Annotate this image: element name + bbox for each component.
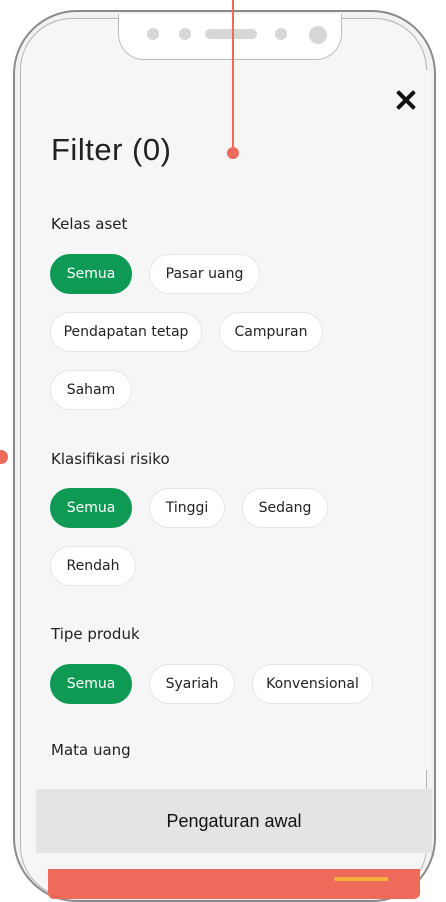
annotation-side-marker xyxy=(0,450,8,464)
section-label-product-type: Tipe produk xyxy=(51,625,140,643)
close-icon[interactable] xyxy=(394,88,418,112)
chip-asset-stock[interactable]: Saham xyxy=(50,370,132,410)
chip-product-conventional[interactable]: Konvensional xyxy=(252,664,373,704)
notch-camera xyxy=(309,26,327,44)
chip-asset-money-market[interactable]: Pasar uang xyxy=(149,254,260,294)
chip-product-sharia[interactable]: Syariah xyxy=(149,664,235,704)
page-title: Filter (0) xyxy=(51,132,172,167)
section-label-asset-class: Kelas aset xyxy=(51,215,128,233)
cta-accent xyxy=(334,877,388,881)
notch-sensor-dot xyxy=(147,28,159,40)
chip-product-all[interactable]: Semua xyxy=(50,664,132,704)
chip-risk-high[interactable]: Tinggi xyxy=(149,488,225,528)
notch-sensor-dot xyxy=(179,28,191,40)
notch-sensor-dot xyxy=(275,28,287,40)
notch-speaker xyxy=(205,29,257,39)
annotation-dot xyxy=(227,147,239,159)
section-label-risk: Klasifikasi risiko xyxy=(51,450,170,468)
chip-asset-fixed-income[interactable]: Pendapatan tetap xyxy=(50,312,202,352)
annotation-line xyxy=(232,0,234,150)
chip-asset-mixed[interactable]: Campuran xyxy=(219,312,323,352)
reset-button[interactable]: Pengaturan awal xyxy=(36,789,432,853)
section-label-currency: Mata uang xyxy=(51,741,131,759)
phone-notch xyxy=(118,14,342,60)
chip-asset-all[interactable]: Semua xyxy=(50,254,132,294)
chip-risk-medium[interactable]: Sedang xyxy=(242,488,328,528)
filter-screen: Filter (0) Kelas aset Semua Pasar uang P… xyxy=(33,70,431,770)
chip-risk-low[interactable]: Rendah xyxy=(50,546,136,586)
apply-button-edge[interactable] xyxy=(48,869,420,899)
chip-risk-all[interactable]: Semua xyxy=(50,488,132,528)
